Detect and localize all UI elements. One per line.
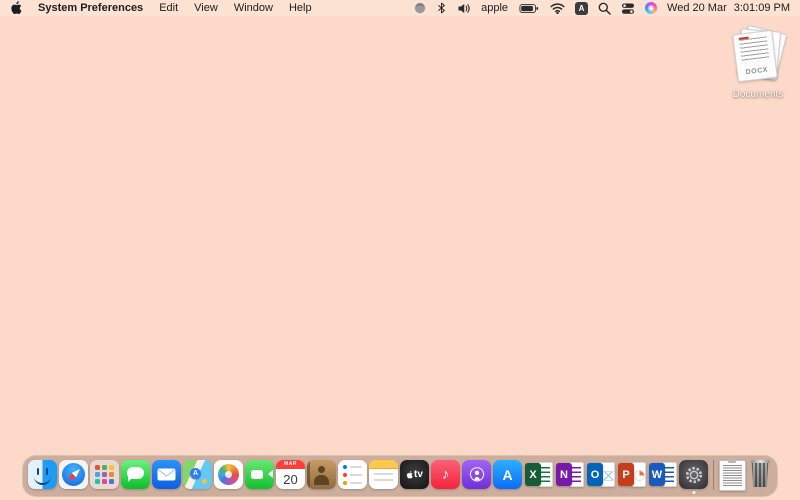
document-text-lines (738, 36, 770, 64)
powerpoint-letter: P (618, 463, 634, 486)
calendar-day-label: 20 (283, 471, 298, 487)
dock-icon-music[interactable]: ♪ (431, 460, 460, 489)
music-note-icon: ♪ (441, 466, 450, 483)
dock-icon-mail[interactable] (152, 460, 181, 489)
dock-icon-photos[interactable] (214, 460, 243, 489)
video-camera-lens (264, 470, 273, 478)
document-page-front: DOCX (732, 29, 778, 83)
input-source-icon[interactable]: A (575, 1, 589, 15)
volume-icon[interactable] (457, 2, 471, 15)
wifi-icon[interactable] (550, 2, 565, 14)
notes-text-lines (374, 473, 393, 485)
input-source-letter: A (578, 3, 585, 13)
dock-icon-trash[interactable] (748, 460, 772, 490)
video-camera-icon (251, 470, 263, 479)
word-letter: W (649, 463, 665, 486)
network-name-label[interactable]: apple (481, 2, 508, 14)
document-text-lines (723, 465, 742, 486)
clock-time: 3:01:09 PM (733, 2, 790, 14)
dock-icon-maps[interactable]: A (183, 460, 212, 489)
dock-icon-app-store[interactable]: A (493, 460, 522, 489)
docx-badge: DOCX (745, 66, 769, 77)
clock-date: Wed 20 Mar (667, 2, 727, 14)
menu-window[interactable]: Window (234, 2, 273, 14)
trash-lid (750, 460, 770, 463)
dock-icon-messages[interactable] (121, 460, 150, 489)
apple-menu[interactable] (10, 1, 22, 15)
maps-poi-dot (202, 479, 207, 484)
document-file-icon (719, 459, 746, 491)
dock-icon-calendar[interactable]: MAR 20 (276, 460, 305, 489)
apple-logo-icon (406, 470, 413, 478)
dock-icon-system-preferences[interactable] (679, 460, 708, 489)
dock-icon-onenote[interactable]: N (555, 460, 584, 489)
dock-icon-launchpad[interactable] (90, 460, 119, 489)
dock-divider (713, 460, 714, 490)
envelope-icon (157, 468, 176, 481)
tv-label: tv (414, 469, 423, 480)
dock-icon-notes[interactable] (369, 460, 398, 489)
battery-icon[interactable] (518, 2, 540, 15)
documents-stack[interactable]: DOCX Documents (726, 24, 790, 100)
circle-status-icon[interactable] (414, 2, 426, 14)
launchpad-grid-icon (95, 465, 114, 484)
menu-bar: System Preferences Edit View Window Help… (0, 0, 800, 16)
app-store-a-icon: A (502, 466, 513, 483)
notes-header (369, 460, 398, 469)
dock-icon-contacts[interactable] (307, 460, 336, 489)
documents-label: Documents (732, 89, 784, 100)
menu-view[interactable]: View (194, 2, 218, 14)
control-center-icon[interactable] (621, 2, 635, 15)
excel-letter: X (525, 463, 541, 486)
dock-icon-facetime[interactable] (245, 460, 274, 489)
book-spine (307, 460, 310, 489)
dock-icon-excel[interactable]: X (524, 460, 553, 489)
dock-icon-reminders[interactable] (338, 460, 367, 489)
dock-icon-word[interactable]: W (648, 460, 677, 489)
siri-icon[interactable] (645, 2, 658, 14)
maps-marker-icon: A (190, 468, 201, 479)
apple-logo-icon (11, 1, 22, 15)
bluetooth-icon[interactable] (436, 1, 447, 15)
spotlight-icon[interactable] (598, 2, 611, 15)
outlook-envelope-icon (602, 471, 615, 481)
outlook-letter: O (587, 463, 603, 486)
finder-mouth (34, 474, 51, 485)
speech-bubble-icon (127, 467, 144, 482)
dock-icon-safari[interactable] (59, 460, 88, 489)
photos-pinwheel-icon (218, 464, 239, 485)
person-silhouette-icon (314, 475, 329, 485)
dock-icon-outlook[interactable]: O (586, 460, 615, 489)
menu-bar-clock[interactable]: Wed 20 Mar 3:01:09 PM (667, 2, 790, 14)
podcasts-glyph-icon (469, 466, 484, 481)
menu-edit[interactable]: Edit (159, 2, 178, 14)
dock-icon-finder[interactable] (28, 460, 57, 489)
dock: A MAR 20 tv ♪ A X N O P W (22, 455, 778, 497)
calendar-month-label: MAR (276, 460, 305, 469)
menu-help[interactable]: Help (289, 2, 312, 14)
documents-stack-icon[interactable]: DOCX (726, 24, 790, 85)
powerpoint-pie-icon (634, 470, 645, 481)
trash-bin (751, 463, 769, 487)
active-app-name[interactable]: System Preferences (38, 2, 143, 14)
person-silhouette-icon (318, 466, 325, 473)
desktop: System Preferences Edit View Window Help… (0, 0, 800, 500)
onenote-letter: N (556, 463, 572, 486)
dock-icon-powerpoint[interactable]: P (617, 460, 646, 489)
dock-icon-document-file[interactable] (719, 459, 746, 491)
gear-icon (685, 466, 702, 483)
dock-icon-apple-tv[interactable]: tv (400, 460, 429, 489)
dock-icon-podcasts[interactable] (462, 460, 491, 489)
